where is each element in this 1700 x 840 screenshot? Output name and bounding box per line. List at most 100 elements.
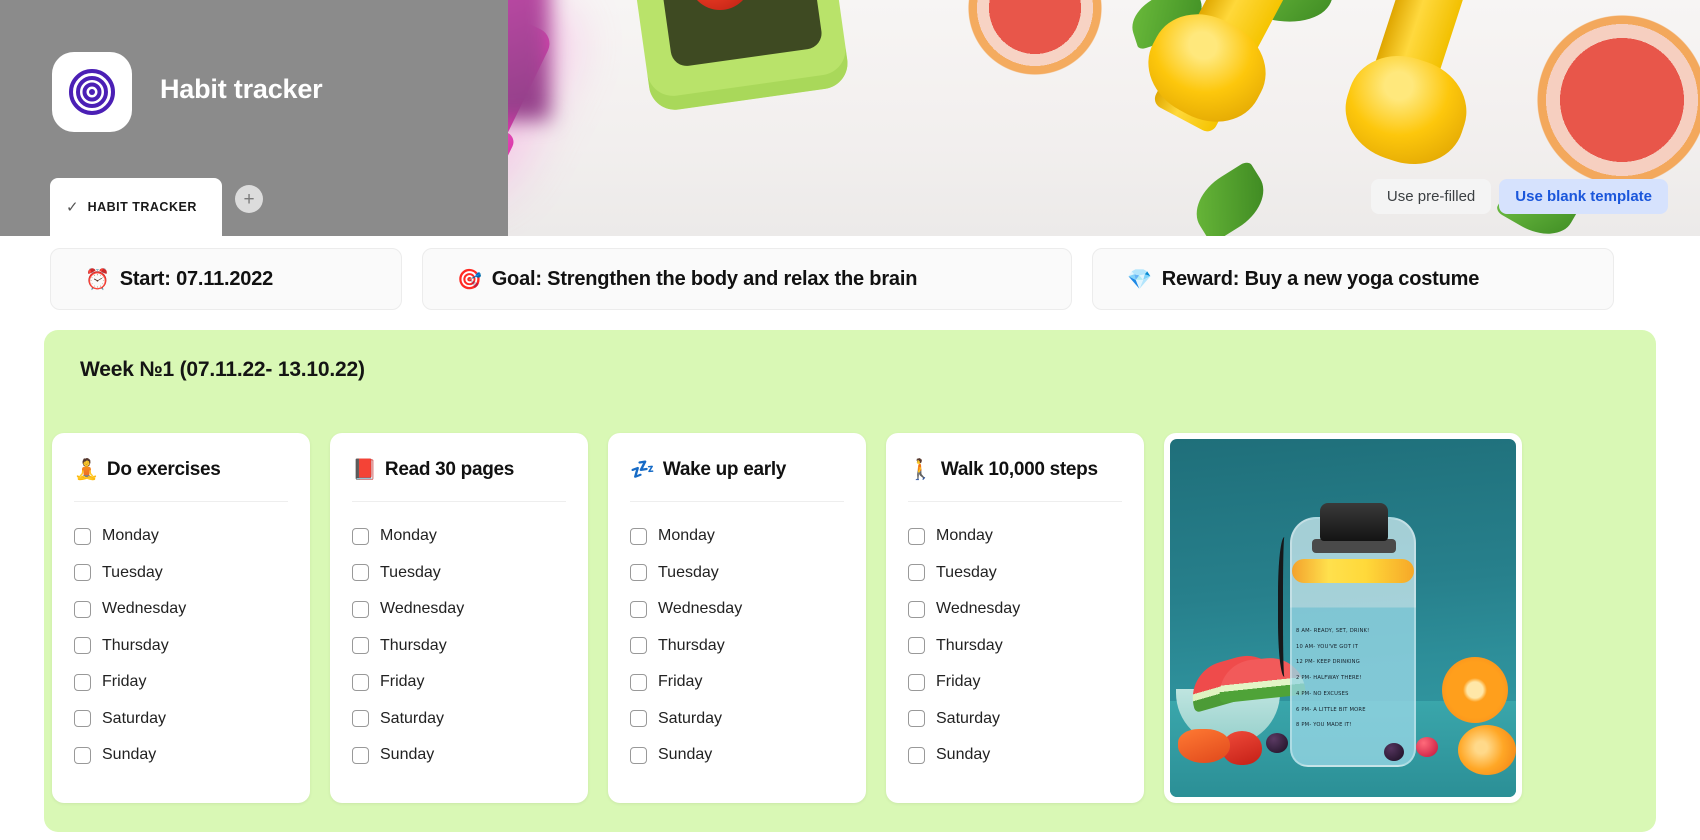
day-row[interactable]: Tuesday bbox=[630, 555, 844, 592]
day-checkbox[interactable] bbox=[908, 600, 925, 618]
raspberry-prop bbox=[1416, 737, 1438, 757]
photo-card[interactable]: 8 AM- READY, SET, DRINK! 10 AM- YOU'VE G… bbox=[1164, 433, 1522, 803]
day-checkbox[interactable] bbox=[352, 710, 369, 728]
day-checkbox[interactable] bbox=[908, 564, 925, 582]
day-row[interactable]: Friday bbox=[908, 664, 1122, 701]
day-row[interactable]: Saturday bbox=[908, 701, 1122, 738]
day-checkbox[interactable] bbox=[630, 710, 647, 728]
day-row[interactable]: Tuesday bbox=[74, 555, 288, 592]
day-row[interactable]: Wednesday bbox=[908, 591, 1122, 628]
day-checkbox[interactable] bbox=[74, 600, 91, 618]
info-reward-text: Reward: Buy a new yoga costume bbox=[1161, 267, 1480, 290]
day-row[interactable]: Wednesday bbox=[74, 591, 288, 628]
bottle-collar-prop bbox=[1312, 539, 1396, 553]
day-checkbox[interactable] bbox=[630, 564, 647, 582]
use-blank-template-button[interactable]: Use blank template bbox=[1499, 179, 1668, 214]
day-label: Wednesday bbox=[102, 600, 187, 618]
spinach-leaf-prop bbox=[1183, 159, 1277, 236]
schedule-line: 6 PM- A LITTLE BIT MORE bbox=[1296, 706, 1366, 713]
day-row[interactable]: Sunday bbox=[630, 737, 844, 774]
day-checkbox[interactable] bbox=[630, 600, 647, 618]
schedule-line: 12 PM- KEEP DRINKING bbox=[1296, 659, 1360, 666]
habit-header: 📕 Read 30 pages bbox=[352, 459, 566, 502]
day-row[interactable]: Saturday bbox=[352, 701, 566, 738]
day-label: Tuesday bbox=[380, 563, 441, 581]
day-list: Monday Tuesday Wednesday Thursday Friday… bbox=[908, 502, 1122, 774]
day-checkbox[interactable] bbox=[74, 564, 91, 582]
day-row[interactable]: Wednesday bbox=[630, 591, 844, 628]
day-checkbox[interactable] bbox=[908, 637, 925, 655]
day-checkbox[interactable] bbox=[74, 527, 91, 545]
dumbbell-head-prop bbox=[1332, 42, 1480, 178]
day-row[interactable]: Monday bbox=[908, 518, 1122, 555]
day-checkbox[interactable] bbox=[74, 746, 91, 764]
info-card-goal[interactable]: 🎯 Goal: Strengthen the body and relax th… bbox=[422, 248, 1072, 310]
day-checkbox[interactable] bbox=[352, 637, 369, 655]
closed-book-icon: 📕 bbox=[352, 459, 377, 481]
day-row[interactable]: Monday bbox=[74, 518, 288, 555]
day-checkbox[interactable] bbox=[352, 746, 369, 764]
day-row[interactable]: Saturday bbox=[630, 701, 844, 738]
day-checkbox[interactable] bbox=[908, 710, 925, 728]
day-row[interactable]: Monday bbox=[352, 518, 566, 555]
day-label: Saturday bbox=[102, 709, 167, 727]
day-label: Monday bbox=[936, 527, 993, 545]
day-row[interactable]: Wednesday bbox=[352, 591, 566, 628]
day-checkbox[interactable] bbox=[74, 637, 91, 655]
day-row[interactable]: Tuesday bbox=[908, 555, 1122, 592]
day-checkbox[interactable] bbox=[74, 710, 91, 728]
day-label: Wednesday bbox=[380, 600, 465, 618]
day-checkbox[interactable] bbox=[908, 527, 925, 545]
day-list: Monday Tuesday Wednesday Thursday Friday… bbox=[352, 502, 566, 774]
day-row[interactable]: Thursday bbox=[630, 628, 844, 665]
day-label: Saturday bbox=[380, 709, 445, 727]
day-label: Wednesday bbox=[658, 600, 743, 618]
day-row[interactable]: Thursday bbox=[908, 628, 1122, 665]
day-row[interactable]: Sunday bbox=[74, 737, 288, 774]
day-row[interactable]: Friday bbox=[74, 664, 288, 701]
day-checkbox[interactable] bbox=[630, 527, 647, 545]
day-row[interactable]: Thursday bbox=[74, 628, 288, 665]
day-checkbox[interactable] bbox=[908, 673, 925, 691]
habit-card[interactable]: 💤 Wake up early Monday Tuesday Wednesday… bbox=[608, 433, 866, 803]
day-row[interactable]: Friday bbox=[630, 664, 844, 701]
schedule-line: 10 AM- YOU'VE GOT IT bbox=[1296, 643, 1359, 650]
day-checkbox[interactable] bbox=[630, 746, 647, 764]
day-row[interactable]: Sunday bbox=[908, 737, 1122, 774]
day-checkbox[interactable] bbox=[352, 564, 369, 582]
habit-card[interactable]: 🧘 Do exercises Monday Tuesday Wednesday … bbox=[52, 433, 310, 803]
use-prefilled-button[interactable]: Use pre-filled bbox=[1370, 179, 1492, 214]
day-row[interactable]: Tuesday bbox=[352, 555, 566, 592]
habit-header: 🚶 Walk 10,000 steps bbox=[908, 459, 1122, 502]
alarm-clock-icon: ⏰ bbox=[85, 268, 110, 291]
day-label: Monday bbox=[380, 527, 437, 545]
day-label: Friday bbox=[102, 673, 147, 691]
day-row[interactable]: Sunday bbox=[352, 737, 566, 774]
habit-card[interactable]: 📕 Read 30 pages Monday Tuesday Wednesday… bbox=[330, 433, 588, 803]
hero-action-buttons: Use pre-filled Use blank template bbox=[1370, 179, 1668, 214]
walking-person-icon: 🚶 bbox=[908, 459, 933, 481]
info-card-reward[interactable]: 💎 Reward: Buy a new yoga costume bbox=[1092, 248, 1614, 310]
day-checkbox[interactable] bbox=[630, 673, 647, 691]
day-checkbox[interactable] bbox=[352, 600, 369, 618]
add-tab-button[interactable]: + bbox=[235, 185, 263, 213]
day-row[interactable]: Friday bbox=[352, 664, 566, 701]
day-checkbox[interactable] bbox=[352, 673, 369, 691]
bottle-cap-prop bbox=[1320, 503, 1388, 541]
day-checkbox[interactable] bbox=[352, 527, 369, 545]
day-row[interactable]: Saturday bbox=[74, 701, 288, 738]
tab-habit-tracker[interactable]: ✓ HABIT TRACKER bbox=[50, 178, 222, 236]
tab-label: HABIT TRACKER bbox=[87, 200, 197, 214]
info-card-start[interactable]: ⏰ Start: 07.11.2022 bbox=[50, 248, 402, 310]
day-row[interactable]: Monday bbox=[630, 518, 844, 555]
day-list: Monday Tuesday Wednesday Thursday Friday… bbox=[74, 502, 288, 774]
water-bottle-photo: 8 AM- READY, SET, DRINK! 10 AM- YOU'VE G… bbox=[1170, 439, 1516, 797]
habit-card[interactable]: 🚶 Walk 10,000 steps Monday Tuesday Wedne… bbox=[886, 433, 1144, 803]
day-checkbox[interactable] bbox=[630, 637, 647, 655]
hero-banner: Habit tracker ✓ HABIT TRACKER + Use pre-… bbox=[0, 0, 1700, 236]
day-row[interactable]: Thursday bbox=[352, 628, 566, 665]
week-title: Week №1 (07.11.22- 13.10.22) bbox=[80, 358, 365, 381]
day-checkbox[interactable] bbox=[908, 746, 925, 764]
day-checkbox[interactable] bbox=[74, 673, 91, 691]
schedule-line: 4 PM- NO EXCUSES bbox=[1296, 690, 1349, 697]
